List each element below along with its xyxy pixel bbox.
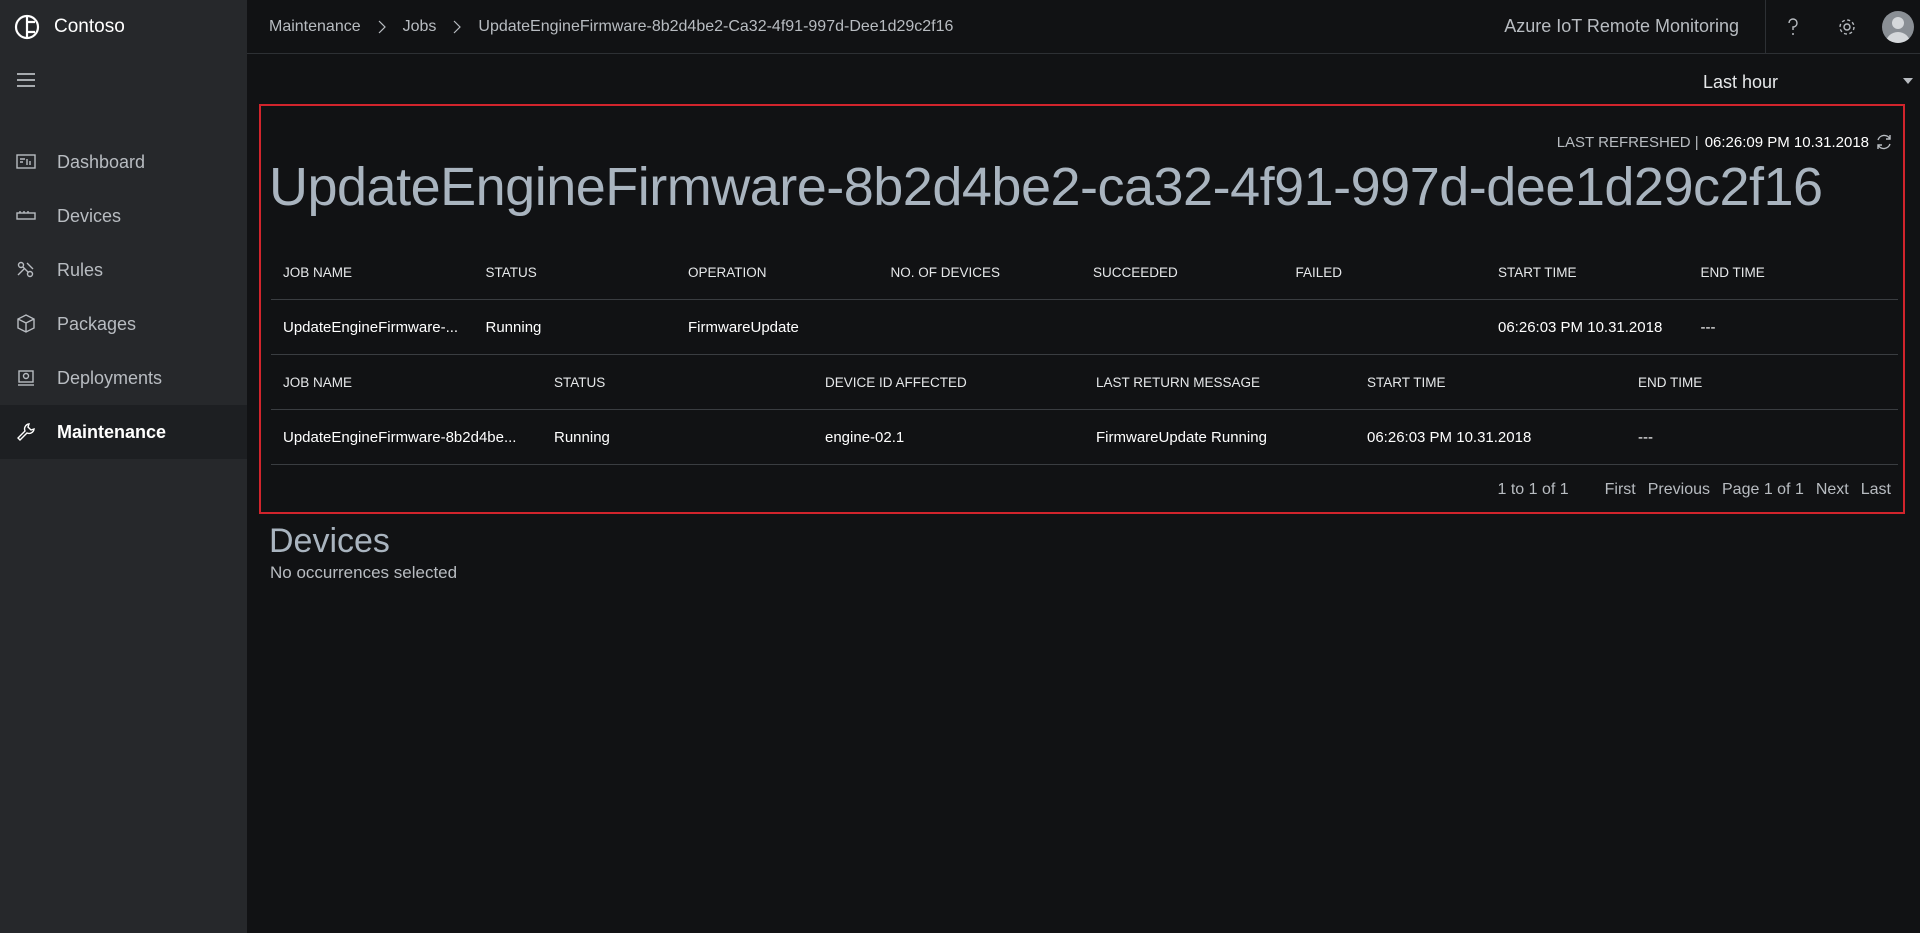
devices-icon xyxy=(16,211,36,220)
column-header[interactable]: LAST RETURN MESSAGE xyxy=(1084,375,1355,390)
avatar[interactable] xyxy=(1882,10,1914,43)
table-cell: engine-02.1 xyxy=(825,428,905,446)
settings-button[interactable] xyxy=(1820,0,1874,53)
sidebar-item-label: Packages xyxy=(57,313,137,334)
sidebar-nav: Dashboard Devices Rules Packages Deploym… xyxy=(0,135,247,459)
column-header[interactable]: SUCCEEDED xyxy=(1081,265,1284,280)
breadcrumb-jobs[interactable]: Jobs xyxy=(403,18,437,36)
top-bar: Maintenance Jobs UpdateEngineFirmware-8b… xyxy=(247,0,1920,54)
sidebar-item-label: Dashboard xyxy=(57,151,146,172)
column-header[interactable]: START TIME xyxy=(1355,375,1626,390)
sidebar-item-label: Deployments xyxy=(57,367,163,388)
breadcrumb: Maintenance Jobs UpdateEngineFirmware-8b… xyxy=(269,18,953,36)
column-header[interactable]: DEVICE ID AFFECTED xyxy=(813,375,1084,390)
sidebar-item-label: Maintenance xyxy=(57,421,167,442)
gear-icon xyxy=(1839,18,1855,35)
chevron-right-icon xyxy=(453,20,462,33)
table-header-row: JOB NAME STATUS OPERATION NO. OF DEVICES… xyxy=(271,245,1898,300)
column-header[interactable]: NO. OF DEVICES xyxy=(879,265,1082,280)
sidebar-item-label: Rules xyxy=(57,259,104,280)
column-header[interactable]: FAILED xyxy=(1284,265,1487,280)
jobs-table: JOB NAME STATUS OPERATION NO. OF DEVICES… xyxy=(271,245,1898,355)
device-jobs-table: JOB NAME STATUS DEVICE ID AFFECTED LAST … xyxy=(271,355,1898,465)
breadcrumb-maintenance[interactable]: Maintenance xyxy=(269,18,361,36)
pagination-first-button[interactable]: First xyxy=(1605,481,1636,499)
table-cell: FirmwareUpdate xyxy=(688,318,799,336)
pagination-last-button[interactable]: Last xyxy=(1861,481,1891,499)
topbar-right: Azure IoT Remote Monitoring xyxy=(1504,0,1920,53)
user-avatar-icon xyxy=(1886,16,1910,43)
chevron-right-icon xyxy=(378,20,386,33)
pagination: 1 to 1 of 1 First Previous Page 1 of 1 N… xyxy=(1497,481,1891,499)
pagination-spacer xyxy=(1581,481,1593,499)
deployments-icon xyxy=(18,370,34,386)
pagination-page-indicator: Page 1 of 1 xyxy=(1722,481,1804,498)
column-header[interactable]: START TIME xyxy=(1486,265,1689,280)
dashboard-icon xyxy=(16,154,36,169)
pagination-range: 1 to 1 of 1 xyxy=(1497,481,1569,498)
caret-down-icon xyxy=(1903,78,1913,84)
rules-icon xyxy=(17,261,34,278)
packages-icon xyxy=(17,314,35,333)
sidebar-item-label: Devices xyxy=(57,205,122,226)
table-cell: --- xyxy=(1700,318,1716,336)
last-refreshed-value: 06:26:09 PM 10.31.2018 xyxy=(1704,133,1869,151)
table-cell: --- xyxy=(1638,428,1653,446)
breadcrumb-current-job: UpdateEngineFirmware-8b2d4be2-Ca32-4f91-… xyxy=(478,17,954,35)
contoso-logo-icon xyxy=(14,14,40,40)
devices-empty-message: No occurrences selected xyxy=(270,563,458,582)
column-header[interactable]: END TIME xyxy=(1626,375,1897,390)
table-cell: UpdateEngineFirmware-8b2d4be... xyxy=(283,428,517,446)
table-cell: 06:26:03 PM 10.31.2018 xyxy=(1498,318,1663,336)
maintenance-icon xyxy=(17,423,35,441)
sidebar-item-maintenance[interactable]: Maintenance xyxy=(0,405,247,459)
app-title: Azure IoT Remote Monitoring xyxy=(1504,16,1739,36)
sidebar-item-packages[interactable]: Packages xyxy=(0,297,247,351)
column-header[interactable]: STATUS xyxy=(474,265,677,280)
time-range-value: Last hour xyxy=(1703,71,1779,92)
sidebar-item-rules[interactable]: Rules xyxy=(0,243,247,297)
table-cell: Running xyxy=(554,428,610,446)
table-cell: FirmwareUpdate Running xyxy=(1096,428,1267,446)
devices-section-title: Devices xyxy=(269,522,390,560)
last-refreshed: LAST REFRESHED | 06:26:09 PM 10.31.2018 xyxy=(1557,133,1893,151)
table-cell: Running xyxy=(485,318,542,336)
column-header[interactable]: JOB NAME xyxy=(271,375,542,390)
help-button[interactable] xyxy=(1766,0,1820,53)
time-range-dropdown[interactable]: Last hour xyxy=(1703,66,1915,98)
page-title: UpdateEngineFirmware-8b2d4be2-ca32-4f91-… xyxy=(269,157,1823,217)
column-header[interactable]: END TIME xyxy=(1689,265,1892,280)
brand-name: Contoso xyxy=(54,16,125,37)
menu-toggle-icon[interactable] xyxy=(14,68,38,92)
table-header-row: JOB NAME STATUS DEVICE ID AFFECTED LAST … xyxy=(271,355,1898,410)
table-cell: UpdateEngineFirmware-... xyxy=(283,318,459,336)
column-header[interactable]: STATUS xyxy=(542,375,813,390)
table-row[interactable]: UpdateEngineFirmware-... Running Firmwar… xyxy=(271,300,1898,355)
refresh-icon[interactable] xyxy=(1875,133,1893,151)
column-header[interactable]: JOB NAME xyxy=(271,265,474,280)
table-row[interactable]: UpdateEngineFirmware-8b2d4be... Running … xyxy=(271,410,1898,465)
sidebar: Contoso Dashboard Devices Rules Packages… xyxy=(0,0,247,933)
table-cell: 06:26:03 PM 10.31.2018 xyxy=(1367,428,1532,446)
sidebar-item-deployments[interactable]: Deployments xyxy=(0,351,247,405)
help-icon xyxy=(1788,17,1798,35)
pagination-previous-button[interactable]: Previous xyxy=(1648,481,1710,499)
brand[interactable]: Contoso xyxy=(14,10,125,44)
column-header[interactable]: OPERATION xyxy=(676,265,879,280)
sidebar-item-devices[interactable]: Devices xyxy=(0,189,247,243)
last-refreshed-label: LAST REFRESHED | xyxy=(1556,133,1699,151)
job-details-panel: LAST REFRESHED | 06:26:09 PM 10.31.2018 … xyxy=(259,104,1905,514)
sidebar-item-dashboard[interactable]: Dashboard xyxy=(0,135,247,189)
pagination-next-button[interactable]: Next xyxy=(1816,481,1849,499)
